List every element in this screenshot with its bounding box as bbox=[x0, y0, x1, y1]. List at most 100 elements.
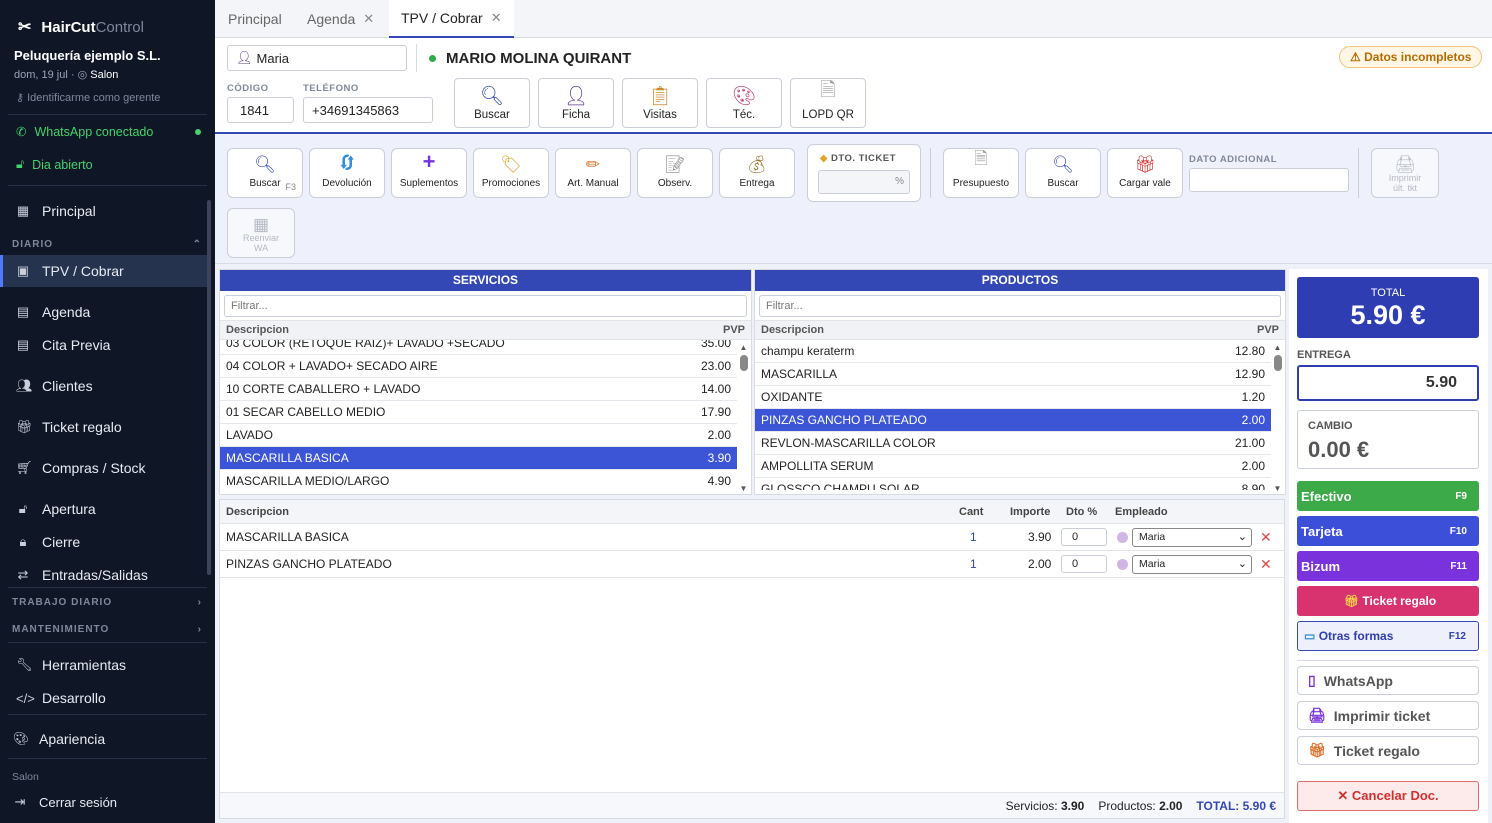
delete-line-icon[interactable]: ✕ bbox=[1260, 529, 1272, 546]
client-visits-button[interactable]: 📋︎ Visitas bbox=[622, 78, 698, 128]
list-item-selected[interactable]: MASCARILLA BASICA 3.90 bbox=[220, 447, 737, 470]
sidebar-item-agenda[interactable]: ▤ Agenda bbox=[0, 296, 207, 328]
return-button[interactable]: 🔄︎ Devolución bbox=[309, 148, 385, 198]
employee-select[interactable]: Maria ⌄ bbox=[1132, 555, 1252, 574]
ticket-discount-input[interactable]: % bbox=[818, 170, 910, 194]
scroll-down-icon[interactable]: ▼ bbox=[739, 484, 748, 493]
list-item[interactable]: 03 COLOR (RETOQUE RAIZ)+ LAVADO +SECADO 3… bbox=[220, 340, 737, 355]
gift-ticket-button[interactable]: 🎁︎ Ticket regalo bbox=[1297, 736, 1479, 765]
sidebar-item-herramientas[interactable]: 🔧︎ Herramientas bbox=[0, 649, 207, 681]
observations-button[interactable]: 📝︎ Observ. bbox=[637, 148, 713, 198]
line-amount: 2.00 bbox=[1028, 557, 1052, 571]
incomplete-data-badge[interactable]: ⚠ Datos incompletos bbox=[1339, 46, 1483, 68]
scroll-thumb[interactable] bbox=[739, 355, 748, 371]
divider bbox=[8, 185, 207, 186]
list-item[interactable]: champu keraterm 12.80 bbox=[755, 340, 1271, 363]
tab-tpv-cobrar[interactable]: TPV / Cobrar ✕ bbox=[389, 0, 514, 38]
list-item[interactable]: 04 COLOR + LAVADO+ SECADO AIRE 23.00 bbox=[220, 355, 737, 378]
promotions-button[interactable]: 🏷︎ Promociones bbox=[473, 148, 549, 198]
pay-bizum-button[interactable]: Bizum F11 bbox=[1297, 551, 1479, 581]
list-item-selected[interactable]: PINZAS GANCHO PLATEADO 2.00 bbox=[755, 409, 1271, 432]
search-document-button[interactable]: 🔍︎ Buscar bbox=[1025, 148, 1101, 198]
close-icon[interactable]: ✕ bbox=[363, 11, 374, 27]
list-item[interactable]: 10 CORTE CABALLERO + LAVADO 14.00 bbox=[220, 378, 737, 401]
delivery-button[interactable]: 💰︎ Entrega bbox=[719, 148, 795, 198]
quote-button[interactable]: 🗎 Presupuesto bbox=[943, 148, 1019, 198]
shortcut-label: F12 bbox=[1448, 630, 1466, 642]
sidebar-item-apertura[interactable]: 🔓︎ Apertura bbox=[0, 493, 207, 525]
sidebar-item-clientes[interactable]: 👥︎ Clientes bbox=[0, 370, 207, 402]
button-label: Buscar bbox=[1047, 178, 1079, 189]
reprint-last-ticket-button[interactable]: 🖨︎ Imprimir últ. tkt bbox=[1371, 148, 1439, 198]
scroll-thumb[interactable] bbox=[1273, 355, 1282, 371]
delete-line-icon[interactable]: ✕ bbox=[1260, 556, 1272, 573]
section-mantenimiento[interactable]: MANTENIMIENTO › bbox=[12, 624, 202, 635]
employee-select[interactable]: Maria ⌄ bbox=[1132, 528, 1252, 547]
line-discount-input[interactable]: 0 bbox=[1061, 555, 1107, 573]
list-item[interactable]: AMPOLLITA SERUM 2.00 bbox=[755, 455, 1271, 478]
section-trabajo-diario[interactable]: TRABAJO DIARIO › bbox=[12, 597, 202, 608]
close-icon[interactable]: ✕ bbox=[491, 10, 502, 26]
whatsapp-status[interactable]: ✆ WhatsApp conectado bbox=[16, 124, 201, 139]
supplements-button[interactable]: + Suplementos bbox=[391, 148, 467, 198]
client-search-input[interactable]: 👤︎ Maria bbox=[227, 45, 407, 71]
line-quantity[interactable]: 1 bbox=[970, 530, 977, 544]
services-filter-input[interactable]: Filtrar... bbox=[224, 295, 747, 317]
client-file-button[interactable]: 👤︎ Ficha bbox=[538, 78, 614, 128]
manual-article-button[interactable]: ✏︎ Art. Manual bbox=[555, 148, 631, 198]
cancel-document-button[interactable]: ✕ Cancelar Doc. bbox=[1297, 781, 1479, 811]
search-article-button[interactable]: 🔍︎ Buscar F3 bbox=[227, 148, 303, 198]
scroll-up-icon[interactable]: ▲ bbox=[1273, 343, 1282, 352]
employee-selected-value: Maria bbox=[1139, 531, 1166, 543]
services-scrollbar[interactable]: ▲ ▼ bbox=[739, 343, 748, 493]
pay-gift-ticket-button[interactable]: 🎁︎ Ticket regalo bbox=[1297, 586, 1479, 616]
list-item[interactable]: 01 SECAR CABELLO MEDIO 17.90 bbox=[220, 401, 737, 424]
pay-cash-button[interactable]: Efectivo F9 bbox=[1297, 481, 1479, 511]
print-ticket-button[interactable]: 🖨︎ Imprimir ticket bbox=[1297, 701, 1479, 730]
send-whatsapp-button[interactable]: ▯ WhatsApp bbox=[1297, 666, 1479, 695]
sidebar-item-ticket-regalo[interactable]: 🎁︎ Ticket regalo bbox=[0, 411, 207, 443]
products-filter-input[interactable]: Filtrar... bbox=[759, 295, 1281, 317]
divider bbox=[1297, 660, 1479, 661]
client-search-button[interactable]: 🔍︎ Buscar bbox=[454, 78, 530, 128]
list-item[interactable]: REVLON-MASCARILLA COLOR 21.00 bbox=[755, 432, 1271, 455]
sidebar-item-compras[interactable]: 🛒︎ Compras / Stock bbox=[0, 452, 207, 484]
list-item[interactable]: MASCARILLA MEDIO/LARGO 4.90 bbox=[220, 470, 737, 490]
table-row[interactable]: PINZAS GANCHO PLATEADO 1 2.00 0 Maria ⌄ ✕ bbox=[220, 551, 1284, 578]
list-item[interactable]: LAVADO 2.00 bbox=[220, 424, 737, 447]
list-item[interactable]: MASCARILLA 12.90 bbox=[755, 363, 1271, 386]
codigo-field[interactable]: 1841 bbox=[227, 97, 294, 123]
scroll-down-icon[interactable]: ▼ bbox=[1273, 484, 1282, 493]
sidebar-scrollbar[interactable] bbox=[207, 200, 211, 575]
client-tec-button[interactable]: 🎨︎ Téc. bbox=[706, 78, 782, 128]
item-price: 2.00 bbox=[1241, 459, 1265, 473]
sidebar-item-apariencia[interactable]: 🎨︎ Apariencia bbox=[0, 723, 207, 755]
additional-data-input[interactable] bbox=[1189, 168, 1349, 192]
line-discount-input[interactable]: 0 bbox=[1061, 528, 1107, 546]
load-voucher-button[interactable]: 🎁︎ Cargar vale bbox=[1107, 148, 1183, 198]
additional-data-label: DATO ADICIONAL bbox=[1189, 154, 1278, 165]
sidebar-item-tpv[interactable]: ▣ TPV / Cobrar bbox=[0, 255, 207, 287]
sidebar-item-desarrollo[interactable]: </> Desarrollo bbox=[0, 682, 207, 714]
sidebar-item-cierre[interactable]: 🔒︎ Cierre bbox=[0, 526, 207, 558]
sidebar-item-cita-previa[interactable]: ▤ Cita Previa bbox=[0, 329, 207, 361]
gift-icon: 🎁︎ bbox=[16, 419, 33, 434]
manager-login-link[interactable]: ⚷ Identificarme como gerente bbox=[16, 91, 160, 104]
section-diario[interactable]: DIARIO ⌃ bbox=[12, 239, 202, 250]
tab-principal[interactable]: Principal bbox=[215, 0, 295, 38]
pay-other-methods-button[interactable]: ▭ Otras formas F12 bbox=[1297, 621, 1479, 651]
resend-whatsapp-button[interactable]: ▦ Reenviar WA bbox=[227, 208, 295, 258]
logout-button[interactable]: ⇥ Cerrar sesión bbox=[0, 786, 207, 818]
telefono-field[interactable]: +34691345863 bbox=[303, 97, 433, 123]
scroll-up-icon[interactable]: ▲ bbox=[739, 343, 748, 352]
products-scrollbar[interactable]: ▲ ▼ bbox=[1273, 343, 1282, 493]
table-row[interactable]: MASCARILLA BASICA 1 3.90 0 Maria ⌄ ✕ bbox=[220, 524, 1284, 551]
tab-agenda[interactable]: Agenda ✕ bbox=[294, 0, 387, 38]
pay-card-button[interactable]: Tarjeta F10 bbox=[1297, 516, 1479, 546]
list-item[interactable]: GLOSSCO CHAMPU SOLAR 8.90 bbox=[755, 478, 1271, 490]
line-quantity[interactable]: 1 bbox=[970, 557, 977, 571]
client-lopd-button[interactable]: 🗎 LOPD QR bbox=[790, 78, 866, 128]
list-item[interactable]: OXIDANTE 1.20 bbox=[755, 386, 1271, 409]
sidebar-item-principal[interactable]: ▦ Principal bbox=[0, 195, 207, 227]
entrega-input[interactable]: 5.90 bbox=[1297, 365, 1479, 401]
